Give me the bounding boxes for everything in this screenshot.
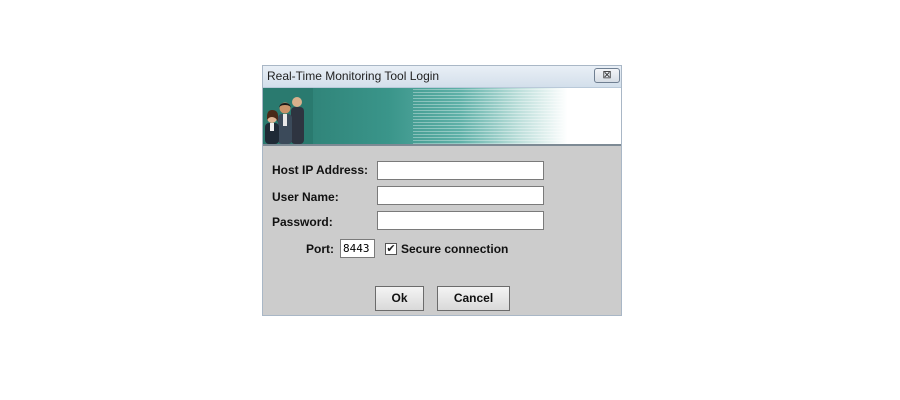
ok-button-label: Ok [391,291,408,305]
people-graphic-icon [263,88,313,144]
host-ip-label: Host IP Address: [272,163,369,177]
cancel-button-label: Cancel [453,291,494,305]
banner-stripes [413,88,563,144]
cancel-button[interactable]: Cancel [437,286,510,311]
user-name-label: User Name: [272,190,339,204]
window-title: Real-Time Monitoring Tool Login [267,69,440,83]
banner-separator [263,144,621,146]
password-input[interactable] [377,211,544,230]
header-banner [263,88,621,144]
secure-connection-checkbox[interactable]: ✔ [385,243,397,255]
close-button[interactable]: ⊠ [594,68,620,83]
user-name-input[interactable] [377,186,544,205]
login-dialog: Real-Time Monitoring Tool Login ⊠ Host I… [262,65,622,316]
port-input[interactable] [340,239,375,258]
secure-connection-label[interactable]: Secure connection [401,242,508,256]
close-icon: ⊠ [602,69,612,81]
port-label: Port: [306,242,334,256]
password-label: Password: [272,215,333,229]
host-ip-input[interactable] [377,161,544,180]
title-bar[interactable]: Real-Time Monitoring Tool Login ⊠ [263,66,621,88]
ok-button[interactable]: Ok [375,286,424,311]
checkmark-icon: ✔ [386,243,396,255]
